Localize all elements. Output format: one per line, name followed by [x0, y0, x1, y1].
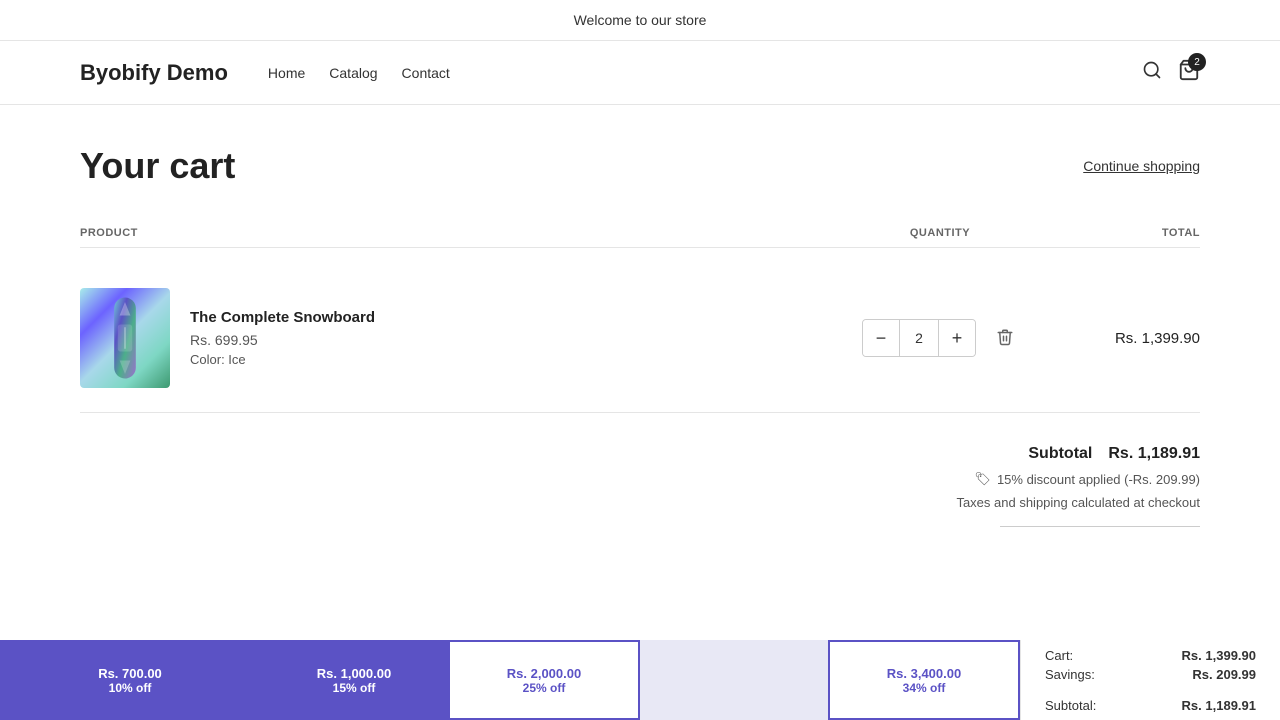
summary-savings-label: Savings:	[1045, 667, 1095, 682]
cart-title: Your cart	[80, 145, 235, 187]
summary-subtotal-value: Rs. 1,189.91	[1182, 698, 1256, 713]
tier-3[interactable]: Rs. 2,000.00 25% off	[448, 640, 640, 720]
delete-item-button[interactable]	[992, 324, 1018, 353]
announcement-bar: Welcome to our store	[0, 0, 1280, 41]
product-image	[80, 288, 170, 388]
qty-decrease-button[interactable]: −	[863, 320, 899, 356]
progress-bar: Rs. 700.00 10% off Rs. 1,000.00 15% off …	[0, 640, 1020, 720]
tier-5[interactable]: Rs. 3,400.00 34% off	[828, 640, 1020, 720]
product-info: The Complete Snowboard Rs. 699.95 Color:…	[80, 288, 840, 388]
subtotal-label: Subtotal	[1028, 445, 1092, 463]
tier-2[interactable]: Rs. 1,000.00 15% off	[260, 640, 448, 720]
summary-cart-label: Cart:	[1045, 648, 1073, 663]
discount-text: 15% discount applied (-Rs. 209.99)	[997, 472, 1200, 487]
tier-1[interactable]: Rs. 700.00 10% off	[0, 640, 260, 720]
search-icon[interactable]	[1142, 60, 1162, 85]
summary-cart-row: Cart: Rs. 1,399.90	[1045, 648, 1256, 663]
header: Byobify Demo Home Catalog Contact 2	[0, 41, 1280, 105]
product-name: The Complete Snowboard	[190, 309, 375, 326]
product-color: Color: Ice	[190, 352, 375, 367]
nav-contact[interactable]: Contact	[402, 65, 450, 81]
tier-4[interactable]	[640, 640, 828, 720]
qty-increase-button[interactable]: +	[939, 320, 975, 356]
nav-home[interactable]: Home	[268, 65, 305, 81]
tier-1-discount: 10% off	[109, 681, 152, 695]
summary-savings-value: Rs. 209.99	[1192, 667, 1256, 682]
logo[interactable]: Byobify Demo	[80, 60, 228, 86]
taxes-note: Taxes and shipping calculated at checkou…	[80, 495, 1200, 510]
summary-panel: Cart: Rs. 1,399.90 Savings: Rs. 209.99 S…	[1020, 640, 1280, 720]
tier-1-amount: Rs. 700.00	[98, 666, 162, 681]
tier-3-amount: Rs. 2,000.00	[507, 666, 581, 681]
tier-2-discount: 15% off	[333, 681, 376, 695]
cart-header: Your cart Continue shopping	[80, 145, 1200, 187]
cart-summary: Subtotal Rs. 1,189.91 🏷 15% discount app…	[80, 445, 1200, 527]
col-quantity-label: QUANTITY	[840, 227, 1040, 239]
discount-info: 🏷 15% discount applied (-Rs. 209.99)	[80, 471, 1200, 487]
item-total: Rs. 1,399.90	[1040, 330, 1200, 347]
col-total-label: TOTAL	[1040, 227, 1200, 239]
tag-icon: 🏷	[974, 471, 991, 487]
product-price: Rs. 699.95	[190, 332, 375, 348]
cart-table-header: PRODUCT QUANTITY TOTAL	[80, 219, 1200, 248]
announcement-text: Welcome to our store	[574, 12, 707, 28]
product-details: The Complete Snowboard Rs. 699.95 Color:…	[190, 309, 375, 367]
header-icons: 2	[1142, 59, 1200, 86]
cart-badge: 2	[1188, 53, 1206, 71]
cart-icon-wrapper[interactable]: 2	[1178, 59, 1200, 86]
cart-item: The Complete Snowboard Rs. 699.95 Color:…	[80, 264, 1200, 413]
main-nav: Home Catalog Contact	[268, 65, 1142, 81]
nav-catalog[interactable]: Catalog	[329, 65, 377, 81]
subtotal-row: Subtotal Rs. 1,189.91	[80, 445, 1200, 463]
qty-value: 2	[899, 320, 939, 356]
quantity-controls: − 2 +	[840, 319, 1040, 357]
summary-subtotal-label: Subtotal:	[1045, 698, 1096, 713]
col-product-label: PRODUCT	[80, 227, 840, 239]
summary-cart-value: Rs. 1,399.90	[1182, 648, 1256, 663]
continue-shopping-link[interactable]: Continue shopping	[1083, 158, 1200, 174]
progress-section: Rs. 700.00 10% off Rs. 1,000.00 15% off …	[0, 640, 1280, 720]
trash-icon	[996, 328, 1014, 346]
tier-2-amount: Rs. 1,000.00	[317, 666, 391, 681]
summary-savings-row: Savings: Rs. 209.99	[1045, 667, 1256, 682]
snowboard-image	[105, 293, 145, 383]
tier-5-amount: Rs. 3,400.00	[887, 666, 961, 681]
qty-box: − 2 +	[862, 319, 976, 357]
summary-subtotal-row: Subtotal: Rs. 1,189.91	[1045, 698, 1256, 713]
subtotal-value: Rs. 1,189.91	[1108, 445, 1200, 463]
main-content: Your cart Continue shopping PRODUCT QUAN…	[0, 105, 1280, 697]
tier-3-discount: 25% off	[523, 681, 566, 695]
tier-5-discount: 34% off	[903, 681, 946, 695]
